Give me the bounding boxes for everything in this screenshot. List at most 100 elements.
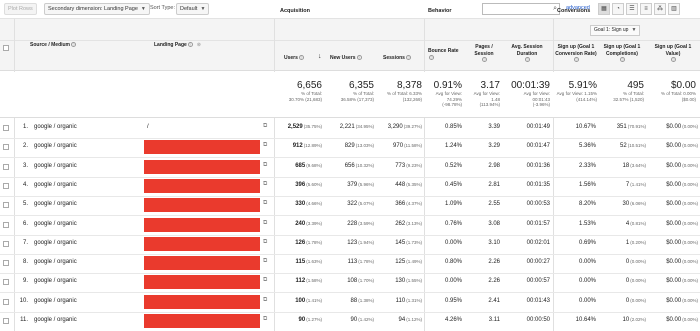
sessions-cell: 3,290(39.27%) [388,124,422,130]
source-medium-header[interactable]: Source / Medium? [30,42,77,49]
new-users-cell: 88(1.38%) [351,298,374,304]
source-medium-link[interactable]: google / organic [34,240,77,246]
goal-value-value: $0.00 [666,220,682,227]
landing-page-header[interactable]: Landing Page? ⊗ [154,42,201,49]
external-link-icon[interactable]: ⧉ [263,297,267,304]
select-all-checkbox[interactable] [3,45,9,51]
goal-value-header[interactable]: Sign up (Goal 1 Value)? [648,44,698,64]
source-medium-link[interactable]: google / organic [34,259,77,265]
goal-conversion-rate-header[interactable]: Sign up (Goal 1 Conversion Rate)? [555,44,597,64]
new-users-cell: 829(13.03%) [345,143,374,149]
external-link-icon[interactable]: ⧉ [263,258,267,265]
row-checkbox[interactable] [3,240,9,247]
row-checkbox[interactable] [3,182,9,189]
goal-selector-dropdown[interactable]: Goal 1: Sign up ▼ [590,25,641,36]
users-percent: (5.60%) [306,181,322,187]
sessions-total: 8,378% of Total: 6.33% (132,269) [376,80,422,102]
users-header[interactable]: Users? [284,55,304,62]
source-medium-link[interactable]: google / organic [34,278,77,284]
secondary-dimension-dropdown[interactable]: Secondary dimension: Landing Page ▼ [44,3,150,15]
sort-type-dropdown[interactable]: Default ▼ [176,3,210,15]
goal-value-total-value: $0.00 [670,80,696,91]
external-link-icon[interactable]: ⧉ [263,220,267,227]
goal-value-cell: $0.00(0.00%) [666,124,698,130]
help-icon[interactable]: ? [671,57,676,63]
help-icon[interactable]: ? [620,57,625,63]
pages-session-header[interactable]: Pages / Session? [468,44,500,64]
external-link-icon[interactable]: ⧉ [263,277,267,284]
help-icon[interactable]: ? [574,57,579,63]
landing-page-redacted [144,294,260,309]
source-medium-link[interactable]: google / organic [34,124,77,130]
row-checkbox[interactable] [3,318,9,324]
goal-value-cell: $0.00(0.00%) [666,278,698,284]
goal-completions-header[interactable]: Sign up (Goal 1 Completions)? [598,44,646,64]
landing-page-link[interactable]: / [147,124,149,130]
help-icon[interactable]: ? [429,54,434,60]
source-medium-link[interactable]: google / organic [34,163,77,169]
source-medium-link[interactable]: google / organic [34,143,77,149]
avg-session-duration-cell: 00:01:43 [526,297,550,304]
sessions-value: 448 [395,181,406,188]
row-checkbox[interactable] [3,163,9,170]
help-icon[interactable]: ? [482,57,487,63]
goal-completions-percent: (0.00%) [630,297,646,303]
help-icon[interactable]: ? [525,57,530,63]
users-value: 240 [295,220,306,227]
pages-session-total: 3.17 Avg for View: 1.48 (113.94%) [464,80,500,108]
row-checkbox[interactable] [3,125,9,131]
row-checkbox[interactable] [3,279,9,286]
help-icon[interactable]: ? [187,42,193,48]
row-checkbox[interactable] [3,144,9,151]
source-medium-link[interactable]: google / organic [34,182,77,188]
source-medium-link[interactable]: google / organic [34,221,77,227]
sessions-header[interactable]: Sessions? [383,55,411,62]
goal-value-header-label: Sign up (Goal 1 Value) [654,44,692,57]
performance-view-icon[interactable]: ☰ [626,3,638,15]
new-users-value: 829 [344,143,355,150]
row-checkbox[interactable] [3,221,9,228]
users-value: 112 [295,278,306,285]
row-checkbox[interactable] [3,202,9,209]
goal-completions-cell: 0(0.00%) [626,278,646,284]
table-search-input[interactable]: ⌕ [482,3,560,15]
sort-descending-icon[interactable]: ↓ [318,53,322,60]
users-cell: 240(3.39%) [295,221,322,227]
new-users-percent: (13.03%) [355,143,374,149]
plot-rows-button[interactable]: Plot Rows [4,3,37,15]
avg-session-duration-header[interactable]: Avg. Session Duration? [504,44,550,64]
source-medium-link[interactable]: google / organic [34,298,77,304]
source-medium-link[interactable]: google / organic [34,201,77,207]
help-icon[interactable]: ? [356,55,362,61]
external-link-icon[interactable]: ⧉ [263,142,267,149]
help-icon[interactable]: ? [405,55,411,61]
goal-value-cell: $0.00(0.00%) [666,201,698,207]
bounce-rate-header[interactable]: Bounce Rate? [428,48,459,61]
comparison-view-icon[interactable]: ≡ [640,3,652,15]
help-icon[interactable]: ? [298,55,304,61]
external-link-icon[interactable]: ⧉ [263,123,267,130]
goal-value-percent: (0.00%) [682,162,698,168]
sessions-value: 3,290 [387,124,403,130]
help-icon[interactable]: ? [71,42,77,48]
external-link-icon[interactable]: ⧉ [263,239,267,246]
term-cloud-view-icon[interactable]: ⁂ [654,3,666,15]
external-link-icon[interactable]: ⧉ [263,316,267,323]
pivot-view-icon[interactable]: ▥ [668,3,680,15]
new-users-header[interactable]: New Users? [330,55,362,62]
external-link-icon[interactable]: ⧉ [263,162,267,169]
row-checkbox[interactable] [3,298,9,305]
row-checkbox[interactable] [3,260,9,267]
external-link-icon[interactable]: ⧉ [263,181,267,188]
percentage-view-icon[interactable]: ◔ [612,3,624,15]
goal-completions-cell: 10(2.02%) [623,317,646,323]
bounce-rate-cell: 0.85% [444,124,462,130]
users-value: 396 [295,181,306,188]
users-percent: (9.68%) [306,162,322,168]
external-link-icon[interactable]: ⧉ [263,200,267,207]
source-medium-link[interactable]: google / organic [34,317,77,323]
avg-session-duration-cell: 00:01:57 [526,220,550,227]
goal-completions-total: 495% of Total: 32.57% (1,520) [598,80,644,102]
remove-dimension-icon[interactable]: ⊗ [197,42,201,48]
data-table-view-icon[interactable]: ▦ [598,3,610,15]
